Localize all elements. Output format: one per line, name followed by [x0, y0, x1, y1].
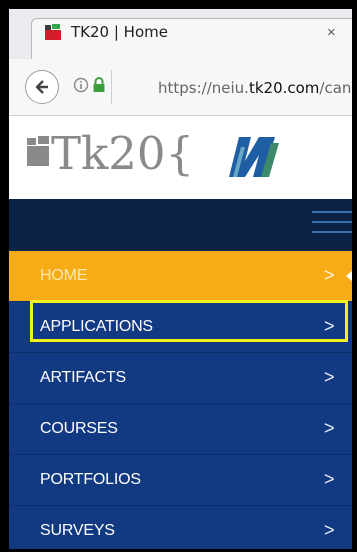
active-caret-icon — [346, 270, 352, 282]
tab-strip: TK20 | Home × — [9, 9, 352, 59]
menu-item-label: APPLICATIONS — [40, 318, 153, 335]
menu-item-portfolios[interactable]: PORTFOLIOS > — [9, 455, 352, 506]
chevron-right-icon: > — [324, 367, 335, 387]
menu-item-label: ARTIFACTS — [40, 369, 126, 386]
url-field[interactable]: https://neiu.tk20.com/can — [111, 70, 352, 104]
address-bar: https://neiu.tk20.com/can — [9, 59, 352, 116]
back-button[interactable] — [25, 70, 59, 104]
menu-item-surveys[interactable]: SURVEYS > — [9, 506, 352, 549]
menu-item-courses[interactable]: COURSES > — [9, 404, 352, 455]
menu-item-applications[interactable]: APPLICATIONS > — [9, 302, 352, 353]
arrow-left-icon — [35, 80, 48, 94]
menu-item-label: PORTFOLIOS — [40, 471, 141, 488]
menu-item-artifacts[interactable]: ARTIFACTS > — [9, 353, 352, 404]
menu-item-label: HOME — [40, 267, 88, 284]
info-icon[interactable] — [73, 77, 89, 93]
url-text: https://neiu.tk20.com/can — [158, 79, 352, 97]
chevron-right-icon: > — [324, 469, 335, 489]
nav-header — [9, 199, 352, 251]
menu-item-label: COURSES — [40, 420, 118, 437]
chevron-right-icon: > — [324, 418, 335, 438]
menu-item-home[interactable]: HOME > — [9, 251, 352, 302]
tk20-logo-mark-icon — [27, 136, 49, 166]
tab-title: TK20 | Home — [71, 23, 168, 41]
tk20-favicon-icon — [45, 24, 61, 40]
hamburger-menu-icon[interactable] — [312, 211, 352, 241]
chevron-right-icon: > — [324, 520, 335, 540]
chevron-right-icon: > — [324, 316, 335, 336]
lock-icon[interactable] — [92, 77, 106, 93]
browser-window: TK20 | Home × https://neiu.tk20.com/can — [9, 9, 352, 549]
tk20-logo-text: Tk20{ — [51, 127, 195, 180]
menu-item-label: SURVEYS — [40, 522, 115, 539]
neiu-logo-icon — [225, 133, 281, 179]
logo-header: Tk20{ — [9, 116, 352, 199]
chevron-right-icon: > — [324, 265, 335, 285]
close-tab-icon[interactable]: × — [327, 24, 336, 41]
side-menu: HOME > APPLICATIONS > ARTIFACTS > COURSE… — [9, 251, 352, 549]
